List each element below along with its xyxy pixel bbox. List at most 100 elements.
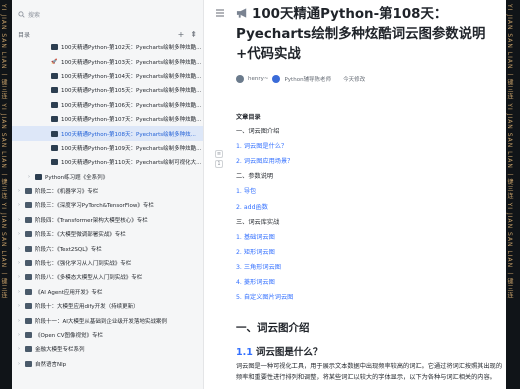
sidebar-item[interactable]: › 阶段十一：AI大模型从基础到企业级开发落地实战案例: [12, 313, 203, 327]
sidebar-item-label: 阶段三：《深度学习PyTorch&TensorFlow》专栏: [35, 203, 154, 210]
sidebar-item-label: 100天精通Python-第108天：Pyecharts绘制多种炫...: [61, 131, 196, 138]
sidebar-item-label: 100天精通Python-第109天：Pyecharts绘制多种炫酷...: [61, 145, 202, 152]
sidebar-item[interactable]: › 阶段十：大模型应用dify开发（持续更新）: [12, 299, 203, 313]
sidebar-item[interactable]: › 阶段三：《深度学习PyTorch&TensorFlow》专栏: [12, 198, 203, 212]
collapse-icon[interactable]: ⇞: [190, 30, 197, 39]
sidebar-item-label: 金融大模型专栏系列: [35, 347, 85, 354]
sidebar-item[interactable]: 100天精通Python-第106天：Pyecharts绘制多种炫酷...: [12, 98, 203, 112]
toc-item[interactable]: 1. 导包: [236, 183, 496, 198]
sidebar-item[interactable]: 100天精通Python-第105天：Pyecharts绘制多种炫酷...: [12, 83, 203, 97]
sidebar-item-label: 100天精通Python-第102天：Pyecharts绘制多种炫酷...: [61, 45, 202, 52]
toc-item[interactable]: 二、参数说明: [236, 168, 496, 183]
sidebar-item[interactable]: 100天精通Python-第104天：Pyecharts绘制多种炫酷...: [12, 69, 203, 83]
coauthor-name[interactable]: Python辅导陈老师: [284, 75, 331, 83]
chevron-right-icon[interactable]: ›: [16, 231, 22, 237]
subsection-heading: 1.1 词云图是什么？: [236, 344, 322, 358]
doc-thumbnail-icon: [51, 130, 58, 137]
search-icon: [18, 11, 25, 18]
doc-thumbnail-icon: [35, 173, 42, 180]
toc-title: 文章目录: [236, 114, 261, 121]
chevron-right-icon[interactable]: ›: [16, 202, 22, 208]
doc-thumbnail-icon: [51, 72, 58, 79]
list-icon[interactable]: ≡: [215, 150, 223, 158]
toc-item[interactable]: 1. 词云图是什么？: [236, 138, 496, 153]
sidebar-item[interactable]: › 《AI Agent应用开发》专栏: [12, 285, 203, 299]
sidebar-item[interactable]: 100天精通Python-第109天：Pyecharts绘制多种炫酷...: [12, 141, 203, 155]
toc-item[interactable]: 3. 三角形词云图: [236, 259, 496, 274]
sidebar-search[interactable]: 搜索: [18, 8, 40, 21]
chevron-right-icon[interactable]: ›: [16, 318, 22, 324]
section-heading: 一、词云图介绍: [236, 322, 310, 334]
doc-thumbnail-icon: [51, 87, 58, 94]
toc-list: 一、词云图介绍 1. 词云图是什么？ 2. 词云图应用场景？ 二、参数说明 1. 导包 2…: [236, 123, 496, 304]
chevron-right-icon[interactable]: ›: [16, 246, 22, 252]
sidebar-item[interactable]: › 阶段六：《Text2SQL》专栏: [12, 241, 203, 255]
chevron-right-icon[interactable]: ›: [26, 174, 32, 180]
sidebar-section-label: 目录: [18, 31, 31, 39]
chevron-right-icon[interactable]: ›: [16, 260, 22, 266]
sidebar-item-label: 阶段七：《强化学习从入门到实战》专栏: [35, 261, 132, 268]
author-name[interactable]: henry~: [248, 76, 268, 82]
toc-item[interactable]: 1. 基础词云图: [236, 229, 496, 244]
doc-thumbnail-icon: [51, 116, 58, 123]
sidebar-item[interactable]: › 阶段四：《Transformer架构大模型核心》专栏: [12, 213, 203, 227]
toc-item[interactable]: 2. 矩形词云图: [236, 244, 496, 259]
book-icon: [25, 188, 32, 195]
book-icon: [25, 360, 32, 367]
sidebar-item[interactable]: › Python练习题《全系列》: [12, 170, 203, 184]
toc-item[interactable]: 2. add函数: [236, 198, 496, 213]
sidebar-item[interactable]: › 《Open CV图像视觉》专栏: [12, 328, 203, 342]
book-icon: [25, 303, 32, 310]
sidebar-item[interactable]: › 阶段七：《强化学习从入门到实战》专栏: [12, 256, 203, 270]
sidebar-item-label: 100天精通Python-第110天：Pyecharts绘制可视化大...: [61, 160, 202, 167]
sidebar-item[interactable]: 100天精通Python-第102天：Pyecharts绘制多种炫酷...: [12, 40, 203, 54]
chevron-right-icon[interactable]: ›: [16, 346, 22, 352]
sidebar-item[interactable]: › 自然语言Nlp: [12, 357, 203, 371]
paragraph: 词云图是一种可视化工具，用于展示文本数据中出现频率较高的词汇。它通过将词汇按照其…: [236, 363, 503, 381]
page-title: 100天精通Python-第108天：Pyecharts绘制多种炫酷词云图参数说…: [236, 5, 504, 65]
toc-item[interactable]: 2. 词云图应用场景？: [236, 153, 496, 168]
sidebar-item[interactable]: 100天精通Python-第107天：Pyecharts绘制多种炫酷...: [12, 112, 203, 126]
sidebar-item[interactable]: 100天精通Python-第110天：Pyecharts绘制可视化大...: [12, 155, 203, 169]
sidebar-item[interactable]: › 阶段二：《机器学习》专栏: [12, 184, 203, 198]
sidebar-item[interactable]: › 金融大模型专栏系列: [12, 342, 203, 356]
chevron-right-icon[interactable]: ›: [16, 188, 22, 194]
sidebar-item-label: Python练习题《全系列》: [45, 174, 109, 181]
sidebar-item-label: 阶段五：《大模型微调部署实战》专栏: [35, 232, 126, 239]
sidebar-item-label: 《Open CV图像视觉》专栏: [35, 333, 104, 339]
toc-item[interactable]: 三、词云库实战: [236, 214, 496, 229]
chevron-right-icon[interactable]: ›: [16, 303, 22, 309]
right-decorative-border: YI JIAN SAN LIAN 一键三连 YI JIAN SAN LIAN 一…: [506, 0, 520, 389]
add-icon[interactable]: +: [178, 30, 185, 39]
doc-thumbnail-icon: [51, 44, 58, 51]
number-list-icon[interactable]: 1: [215, 160, 223, 168]
toc-item[interactable]: 5. 自定义图片词云图: [236, 289, 496, 304]
book-icon: [25, 332, 32, 339]
doc-thumbnail-icon: [51, 159, 58, 166]
chevron-right-icon[interactable]: ›: [16, 289, 22, 295]
chevron-right-icon[interactable]: ›: [16, 217, 22, 223]
chevron-right-icon[interactable]: ›: [16, 332, 22, 338]
sidebar-item[interactable]: › 阶段五：《大模型微调部署实战》专栏: [12, 227, 203, 241]
avatar[interactable]: [236, 75, 244, 83]
menu-icon[interactable]: [215, 8, 225, 18]
chevron-right-icon[interactable]: ›: [16, 274, 22, 280]
sidebar-item-label: 阶段十一：AI大模型从基础到企业级开发落地实战案例: [35, 318, 167, 325]
sidebar-item-label: 阶段十：大模型应用dify开发（持续更新）: [35, 304, 139, 311]
left-border-text: YI JIAN SAN LIAN 一键三连 YI JIAN SAN LIAN 一…: [0, 4, 7, 300]
chevron-right-icon[interactable]: ›: [16, 361, 22, 367]
left-decorative-border: YI JIAN SAN LIAN 一键三连 YI JIAN SAN LIAN 一…: [0, 0, 12, 389]
doc-thumbnail-icon: [51, 144, 58, 151]
book-icon: [25, 274, 32, 281]
sidebar: 搜索 目录 + ⇞ 100天精通Python-第102天：Pyecharts绘制…: [12, 0, 204, 389]
sidebar-item-label: 阶段八：《多模态大模型从入门到实战》专栏: [35, 275, 143, 282]
toc-item[interactable]: 一、词云图介绍: [236, 123, 496, 138]
sidebar-item[interactable]: 🚀 100天精通Python-第103天：Pyecharts绘制多种炫酷...: [12, 54, 203, 68]
book-icon: [25, 288, 32, 295]
sidebar-item[interactable]: › 阶段八：《多模态大模型从入门到实战》专栏: [12, 270, 203, 284]
toc-item[interactable]: 4. 菱形词云图: [236, 274, 496, 289]
sidebar-item[interactable]: 100天精通Python-第108天：Pyecharts绘制多种炫...: [12, 126, 203, 141]
sidebar-item-label: 100天精通Python-第105天：Pyecharts绘制多种炫酷...: [61, 88, 202, 95]
sidebar-item-label: 阶段六：《Text2SQL》专栏: [35, 246, 102, 253]
coauthor-avatar[interactable]: [272, 75, 281, 83]
